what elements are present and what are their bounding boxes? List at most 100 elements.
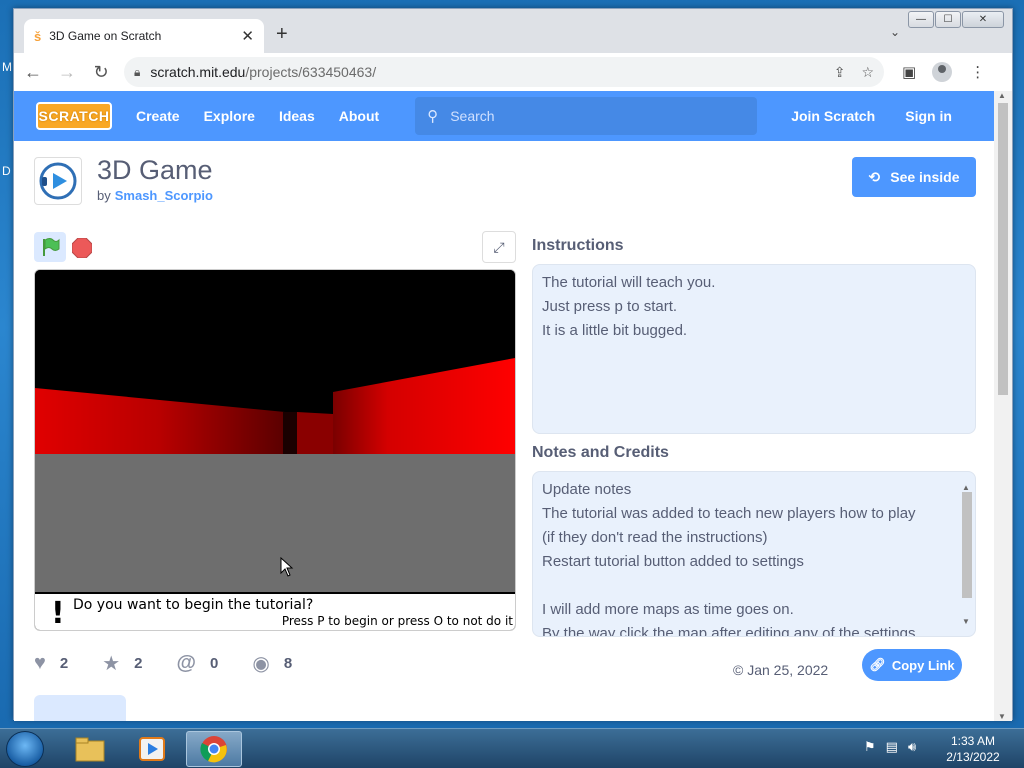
- browser-window: — ☐ ✕ š 3D Game on Scratch ✕ + ⌄ ← → ↻ 🔒…: [13, 8, 1013, 721]
- close-window-button[interactable]: ✕: [962, 11, 1004, 28]
- remix-spiral-icon: @: [176, 652, 197, 674]
- desktop-icon-label: M: [2, 60, 12, 74]
- page-scroll-up-icon[interactable]: ▲: [998, 91, 1006, 100]
- taskbar-clock[interactable]: 1:33 AM 2/13/2022: [940, 733, 1006, 765]
- maximize-button[interactable]: ☐: [935, 11, 961, 28]
- action-center-flag-icon[interactable]: ⚑: [864, 739, 876, 755]
- system-tray: ⚑ ▤ 🔊︎: [864, 739, 916, 755]
- favorite-stat[interactable]: ★ 2: [102, 651, 142, 676]
- lock-icon: 🔒︎: [134, 64, 141, 79]
- eye-icon: ◉: [252, 653, 270, 675]
- sign-in-link[interactable]: Sign in: [905, 108, 952, 124]
- bookmark-star-icon[interactable]: ☆: [861, 64, 874, 81]
- copy-link-button[interactable]: 🔗︎ Copy Link: [862, 649, 962, 681]
- minimize-button[interactable]: —: [908, 11, 934, 28]
- nav-about[interactable]: About: [339, 108, 379, 124]
- search-placeholder: Search: [450, 108, 495, 124]
- browser-toolbar: ← → ↻ 🔒︎ scratch.mit.edu/projects/633450…: [14, 53, 1012, 91]
- volume-icon[interactable]: 🔊︎: [908, 739, 916, 755]
- prompt-question: Do you want to begin the tutorial?: [73, 597, 314, 613]
- notes-scrollbar[interactable]: ▲ ▼: [961, 476, 973, 634]
- instructions-box: The tutorial will teach you. Just press …: [532, 264, 976, 434]
- notes-line: I will add more maps as time goes on.: [542, 601, 794, 618]
- browser-tab[interactable]: š 3D Game on Scratch ✕: [24, 19, 264, 53]
- page-scroll-down-icon[interactable]: ▼: [998, 712, 1006, 721]
- view-count: 8: [283, 655, 293, 672]
- nav-create[interactable]: Create: [136, 108, 180, 124]
- notes-line: Update notes: [542, 481, 632, 498]
- more-menu-icon[interactable]: ⋮: [970, 63, 985, 81]
- web-page: SCRATCH Create Explore Ideas About ⚲ Sea…: [14, 91, 994, 721]
- tab-title: 3D Game on Scratch: [49, 29, 162, 43]
- new-tab-button[interactable]: +: [276, 23, 288, 46]
- notes-scroll-thumb[interactable]: [962, 492, 972, 598]
- remix-arrows-icon: ⟲: [868, 168, 881, 185]
- start-button[interactable]: [6, 731, 44, 767]
- instruction-line: Just press p to start.: [542, 298, 678, 315]
- scratch-favicon-icon: š: [34, 28, 42, 44]
- remix-stat: @ 0: [177, 652, 219, 675]
- fullscreen-icon[interactable]: ⤢: [482, 231, 516, 263]
- studio-tab[interactable]: [34, 695, 126, 721]
- chrome-taskbar-icon[interactable]: [186, 731, 242, 767]
- project-title: 3D Game: [97, 155, 213, 185]
- close-tab-icon[interactable]: ✕: [241, 27, 254, 45]
- join-scratch-link[interactable]: Join Scratch: [791, 108, 875, 124]
- green-flag-icon: [43, 238, 60, 256]
- heart-icon: ♥: [34, 652, 46, 674]
- project-stats: ♥ 2 ★ 2 @ 0 ◉ 8: [34, 651, 326, 676]
- file-explorer-taskbar-icon[interactable]: [62, 731, 118, 767]
- favorite-count: 2: [134, 655, 143, 672]
- page-scrollbar[interactable]: ▲ ▼: [994, 91, 1012, 721]
- instruction-line: The tutorial will teach you.: [542, 274, 716, 291]
- notes-heading: Notes and Credits: [532, 444, 669, 461]
- side-panel-icon[interactable]: ▣: [902, 63, 916, 81]
- notes-line: [542, 574, 951, 598]
- mouse-cursor-icon: [280, 557, 294, 577]
- instruction-line: It is a little bit bugged.: [542, 322, 688, 339]
- profile-avatar-icon[interactable]: [932, 62, 953, 82]
- nav-ideas[interactable]: Ideas: [279, 108, 315, 124]
- author-link[interactable]: Smash_Scorpio: [115, 188, 213, 203]
- window-controls: — ☐ ✕: [908, 11, 1004, 28]
- project-stage[interactable]: ! Do you want to begin the tutorial? Pre…: [34, 269, 516, 631]
- see-inside-button[interactable]: ⟲ See inside: [852, 157, 976, 197]
- shared-date-value: Jan 25, 2022: [747, 662, 829, 678]
- forward-arrow-icon[interactable]: →: [52, 62, 82, 83]
- notes-line: (if they don't read the instructions): [542, 529, 768, 546]
- nav-explore[interactable]: Explore: [204, 108, 255, 124]
- green-flag-button[interactable]: [34, 232, 66, 262]
- notes-line: By the way click the map after editing a…: [542, 625, 916, 637]
- stage-render: [35, 270, 515, 630]
- url-path: /projects/633450463/: [245, 64, 377, 80]
- love-stat[interactable]: ♥ 2: [34, 652, 68, 675]
- star-icon: ★: [102, 653, 121, 675]
- stop-button[interactable]: [72, 238, 92, 258]
- tutorial-prompt: ! Do you want to begin the tutorial? Pre…: [35, 592, 515, 630]
- tab-search-chevron-icon[interactable]: ⌄: [890, 25, 900, 39]
- scratch-logo[interactable]: SCRATCH: [36, 102, 112, 130]
- scroll-down-arrow-icon[interactable]: ▼: [962, 610, 970, 634]
- share-icon[interactable]: ⇪: [834, 64, 846, 81]
- desktop-icon-label: D: [2, 164, 11, 178]
- see-inside-label: See inside: [890, 169, 960, 185]
- page-scroll-thumb[interactable]: [998, 103, 1008, 395]
- media-player-taskbar-icon[interactable]: [124, 731, 180, 767]
- notes-line: The tutorial was added to teach new play…: [542, 505, 916, 522]
- exclamation-icon: !: [51, 596, 65, 631]
- network-icon[interactable]: ▤: [886, 739, 898, 755]
- clock-time: 1:33 AM: [950, 734, 996, 748]
- back-arrow-icon[interactable]: ←: [18, 62, 48, 83]
- taskbar: ⚑ ▤ 🔊︎ 1:33 AM 2/13/2022: [0, 728, 1024, 768]
- link-icon: 🔗︎: [869, 657, 886, 672]
- project-byline: by Smash_Scorpio: [97, 188, 213, 203]
- scratch-navbar: SCRATCH Create Explore Ideas About ⚲ Sea…: [14, 91, 994, 141]
- byline-prefix: by: [97, 188, 111, 203]
- instructions-heading: Instructions: [532, 237, 624, 254]
- love-count: 2: [59, 655, 69, 672]
- remix-count: 0: [210, 655, 219, 672]
- reload-icon[interactable]: ↻: [86, 62, 116, 83]
- address-bar[interactable]: 🔒︎ scratch.mit.edu/projects/633450463/ ⇪…: [124, 57, 884, 87]
- notes-box[interactable]: Update notes The tutorial was added to t…: [532, 471, 976, 637]
- search-input[interactable]: ⚲ Search: [415, 97, 758, 135]
